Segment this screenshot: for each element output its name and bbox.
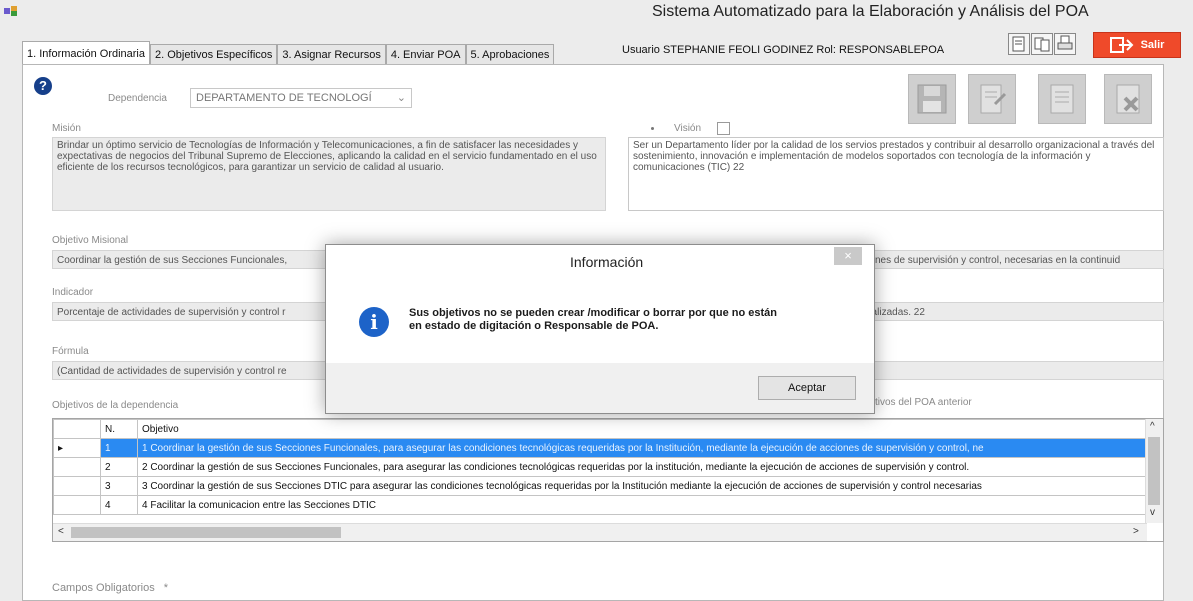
app-icon [4,6,17,16]
tab-asignar-recursos[interactable]: 3. Asignar Recursos [277,44,386,65]
cell-objetivo[interactable]: 1 Coordinar la gestión de sus Secciones … [137,438,1147,458]
tab-aprobaciones[interactable]: 5. Aprobaciones [465,44,555,65]
scroll-up-icon[interactable]: ^ [1150,421,1155,432]
dialog-title: Información [570,254,644,270]
tab-strip: 1. Información Ordinaria 2. Objetivos Es… [22,41,555,65]
vertical-scrollbar[interactable]: ^ v [1145,419,1163,523]
vision-label: Visión [674,123,702,134]
vertical-scroll-thumb[interactable] [1148,437,1160,505]
exit-icon [1109,37,1133,53]
delete-document-icon[interactable] [1104,74,1152,124]
dialog-title-bar: Información × [326,245,874,276]
objetivos-dependencia-label: Objetivos de la dependencia [52,400,179,411]
row-header[interactable] [53,476,101,496]
window-title: Sistema Automatizado para la Elaboración… [652,3,1089,20]
help-icon[interactable]: ? [34,77,52,95]
cell-objetivo[interactable]: 4 Facilitar la comunicacion entre las Se… [137,495,1147,515]
info-icon: i [359,307,389,337]
cell-n[interactable]: 4 [100,495,138,515]
cell-objetivo[interactable]: 3 Coordinar la gestión de sus Secciones … [137,476,1147,496]
column-header-n[interactable]: N. [100,419,138,439]
mision-field[interactable]: Brindar un óptimo servicio de Tecnología… [52,137,606,211]
objetivos-poa-anterior-label: tivos del POA anterior [875,397,972,408]
table-row[interactable]: ▸ 1 1 Coordinar la gestión de sus Seccio… [53,438,1147,458]
edit-document-icon[interactable] [968,74,1016,124]
vision-checkbox[interactable] [717,122,730,135]
info-dialog: Información × i Sus objetivos no se pued… [325,244,875,414]
dialog-message-line2: en estado de digitación o Responsable de… [409,320,659,332]
indicador-label: Indicador [52,287,94,298]
exit-label: Salir [1140,39,1165,51]
dependencia-label: Dependencia [108,93,167,104]
dependencia-value: DEPARTAMENTO DE TECNOLOGÍ [196,92,372,104]
scroll-left-icon[interactable]: < [58,526,64,537]
accept-button[interactable]: Aceptar [758,376,856,400]
user-role-info: Usuario STEPHANIE FEOLI GODINEZ Rol: RES… [622,44,945,56]
row-header[interactable] [53,495,101,515]
cell-n[interactable]: 2 [100,457,138,477]
table-row[interactable]: 2 2 Coordinar la gestión de sus Seccione… [53,457,1147,477]
campos-obligatorios-label: Campos Obligatorios * [52,582,168,594]
grid-header-row: N. Objetivo [53,419,1147,439]
document-icon[interactable] [1031,33,1053,55]
objetivo-misional-label: Objetivo Misional [52,235,129,246]
cell-n[interactable]: 3 [100,476,138,496]
column-header-objetivo[interactable]: Objetivo [137,419,1147,439]
required-dot [651,127,654,130]
tab-informacion-ordinaria[interactable]: 1. Información Ordinaria [22,41,150,65]
report-icon[interactable] [1008,33,1030,55]
mision-label: Misión [52,123,81,134]
required-mark: * [163,582,169,594]
dependencia-select[interactable]: DEPARTAMENTO DE TECNOLOGÍ ⌄ [190,88,412,108]
table-row[interactable]: 4 4 Facilitar la comunicacion entre las … [53,495,1147,515]
objetivo-misional-tail: nes de supervisión y control, necesarias… [875,255,1121,266]
row-selector-icon[interactable]: ▸ [53,438,101,458]
horizontal-scrollbar[interactable]: < > [53,523,1147,541]
indicador-text: Porcentaje de actividades de supervisión… [57,307,286,318]
list-document-icon[interactable] [1038,74,1086,124]
dialog-message: Sus objetivos no se pueden crear /modifi… [409,307,777,333]
row-header[interactable] [53,457,101,477]
vision-field[interactable]: Ser un Departamento líder por la calidad… [628,137,1164,211]
horizontal-scroll-thumb[interactable] [71,527,341,538]
tab-objetivos-especificos[interactable]: 2. Objetivos Específicos [150,44,278,65]
save-icon[interactable] [908,74,956,124]
cell-objetivo[interactable]: 2 Coordinar la gestión de sus Secciones … [137,457,1147,477]
campos-obligatorios-text: Campos Obligatorios [52,582,155,594]
objetivos-grid[interactable]: N. Objetivo ▸ 1 1 Coordinar la gestión d… [52,418,1164,542]
chevron-down-icon: ⌄ [396,92,406,104]
cell-n[interactable]: 1 [100,438,138,458]
print-icon[interactable] [1054,33,1076,55]
tab-enviar-poa[interactable]: 4. Enviar POA [385,44,466,65]
dialog-body: i Sus objetivos no se pueden crear /modi… [326,276,874,363]
dialog-message-line1: Sus objetivos no se pueden crear /modifi… [409,307,777,319]
table-row[interactable]: 3 3 Coordinar la gestión de sus Seccione… [53,476,1147,496]
objetivo-misional-text: Coordinar la gestión de sus Secciones Fu… [57,255,288,266]
row-header-corner [53,419,101,439]
scroll-right-icon[interactable]: > [1133,526,1139,537]
scroll-down-icon[interactable]: v [1150,507,1155,518]
exit-button[interactable]: Salir [1093,32,1181,58]
formula-label: Fórmula [52,346,89,357]
close-icon[interactable]: × [834,247,862,265]
